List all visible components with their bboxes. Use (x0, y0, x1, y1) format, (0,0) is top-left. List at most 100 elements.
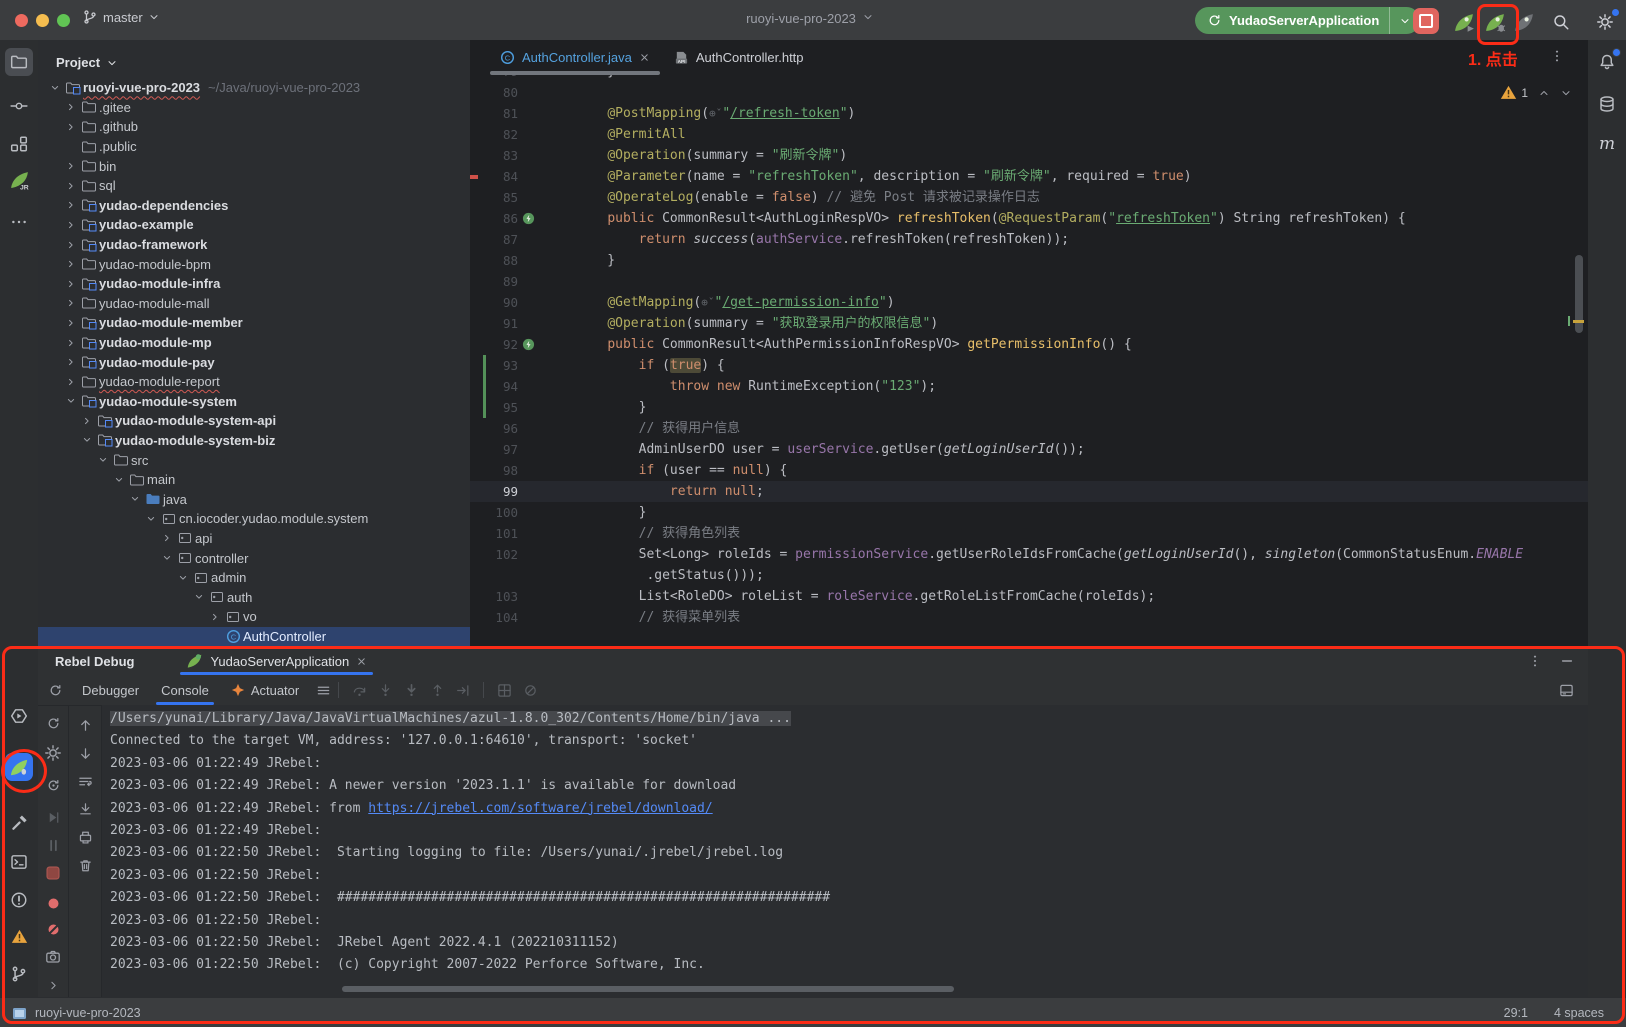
jrebel-debug-tile-icon[interactable] (5, 753, 33, 781)
caret-position[interactable]: 29:1 (1504, 1006, 1528, 1020)
code-line-96[interactable]: 96 // 获得用户信息 (470, 418, 1588, 439)
console-link[interactable]: https://jrebel.com/software/jrebel/downl… (368, 801, 712, 816)
down-icon[interactable] (73, 741, 97, 765)
no-mute-icon[interactable] (517, 683, 543, 698)
code-line-83[interactable]: 83 @Operation(summary = "刷新令牌") (470, 145, 1588, 166)
close-icon[interactable] (356, 656, 367, 667)
code-line-84[interactable]: 84 @Parameter(name = "refreshToken", des… (470, 166, 1588, 187)
chevron-right-icon[interactable] (62, 258, 79, 270)
git-icon[interactable] (5, 960, 33, 988)
tree-item-controller[interactable]: controller (38, 548, 470, 568)
chevron-right-icon[interactable] (62, 376, 79, 388)
run-configuration-button[interactable]: YudaoServerApplication (1195, 7, 1420, 34)
code-line-90[interactable]: 90 @GetMapping(⊕ˇ"/get-permission-info") (470, 292, 1588, 313)
chevron-right-icon[interactable] (78, 415, 95, 427)
up-icon[interactable] (73, 713, 97, 737)
maven-icon[interactable]: m (1593, 130, 1621, 158)
chevron-down-icon[interactable] (126, 493, 143, 505)
step-into-icon[interactable] (372, 683, 398, 698)
tree-item-yudao-module-bpm[interactable]: yudao-module-bpm (38, 254, 470, 274)
rerun-icon[interactable] (41, 711, 65, 735)
more-vert-icon[interactable] (1550, 49, 1564, 63)
chevron-right-icon[interactable] (62, 337, 79, 349)
tree-item-yudao-module-member[interactable]: yudao-module-member (38, 313, 470, 333)
chevron-down-icon[interactable] (110, 474, 127, 486)
tab-actuator[interactable]: Actuator (220, 675, 310, 705)
tab-authcontroller-java[interactable]: C AuthController.java (488, 40, 662, 75)
commit-icon[interactable] (5, 92, 33, 120)
tree-item-yudao-module-report[interactable]: yudao-module-report (38, 372, 470, 392)
tree-item-admin[interactable]: admin (38, 568, 470, 588)
chevron-right-icon[interactable] (62, 160, 79, 172)
tree-item-cn-iocoder-yudao-module-system[interactable]: cn.iocoder.yudao.module.system (38, 509, 470, 529)
code-line-92[interactable]: 92 public CommonResult<AuthPermissionInf… (470, 334, 1588, 355)
breakpoint-icon[interactable] (41, 891, 65, 915)
more-vert-icon[interactable] (1528, 654, 1542, 668)
tab-authcontroller-http[interactable]: API AuthController.http (662, 40, 816, 75)
project-folder-icon[interactable] (5, 48, 33, 76)
minimize-icon[interactable] (1560, 654, 1574, 668)
force-step-into-icon[interactable] (398, 683, 424, 698)
layout-icon[interactable] (1559, 683, 1574, 698)
resume-icon[interactable] (41, 805, 65, 829)
code-line-82[interactable]: 82 @PermitAll (470, 124, 1588, 145)
console-output[interactable]: /Users/yunai/Library/Java/JavaVirtualMac… (102, 705, 1588, 997)
tree-item-bin[interactable]: bin (38, 156, 470, 176)
run-to-cursor-icon[interactable] (450, 683, 476, 698)
code-line-91[interactable]: 91 @Operation(summary = "获取登录用户的权限信息") (470, 313, 1588, 334)
scroll-end-icon[interactable] (73, 797, 97, 821)
tree-item-yudao-module-infra[interactable]: yudao-module-infra (38, 274, 470, 294)
tree-item-yudao-module-mall[interactable]: yudao-module-mall (38, 294, 470, 314)
structure-icon[interactable] (5, 130, 33, 158)
chevron-down-icon[interactable] (158, 552, 175, 564)
print-icon[interactable] (73, 825, 97, 849)
indent-setting[interactable]: 4 spaces (1554, 1006, 1604, 1020)
tree-item-yudao-module-pay[interactable]: yudao-module-pay (38, 352, 470, 372)
code-line-103[interactable]: 103 List<RoleDO> roleList = roleService.… (470, 586, 1588, 607)
chevron-right-icon[interactable] (62, 180, 79, 192)
code-line-79[interactable]: 79 } (470, 75, 1588, 82)
more-icon[interactable] (5, 208, 33, 236)
tree-item-sql[interactable]: sql (38, 176, 470, 196)
chevron-right-icon[interactable] (62, 239, 79, 251)
tree-item-java[interactable]: java (38, 489, 470, 509)
search-icon[interactable] (1548, 9, 1574, 35)
mute-breakpoints-icon[interactable] (41, 917, 65, 941)
code-line-94[interactable]: 94 throw new RuntimeException("123"); (470, 376, 1588, 397)
settings-icon[interactable] (41, 741, 65, 765)
tab-debugger[interactable]: Debugger (71, 675, 150, 705)
rerun-icon[interactable] (48, 683, 63, 698)
tree-item-src[interactable]: src (38, 450, 470, 470)
chevron-down-icon[interactable] (46, 82, 63, 94)
debug-session-tab[interactable]: YudaoServerApplication (180, 647, 373, 675)
terminal-icon[interactable] (5, 848, 33, 876)
close-icon[interactable] (639, 52, 650, 63)
chevron-right-icon[interactable] (62, 101, 79, 113)
code-line-98[interactable]: 98 if (user == null) { (470, 460, 1588, 481)
chevron-right-icon[interactable] (62, 219, 79, 231)
services-icon[interactable] (5, 702, 33, 730)
database-icon[interactable] (1593, 90, 1621, 118)
clear-icon[interactable] (73, 853, 97, 877)
code-line-97[interactable]: 97 AdminUserDO user = userService.getUse… (470, 439, 1588, 460)
chevron-right-icon[interactable] (41, 973, 65, 997)
code-line-86[interactable]: 86 public CommonResult<AuthLoginRespVO> … (470, 208, 1588, 229)
tree-item-yudao-module-system[interactable]: yudao-module-system (38, 392, 470, 412)
code-line-99[interactable]: 99 return null; (470, 481, 1588, 502)
chevron-right-icon[interactable] (62, 278, 79, 290)
build-icon[interactable] (5, 808, 33, 836)
warning-icon[interactable] (5, 922, 33, 950)
tree-item-ruoyi-vue-pro-2023[interactable]: ruoyi-vue-pro-2023~/Java/ruoyi-vue-pro-2… (38, 78, 470, 98)
hamburger-icon[interactable] (316, 683, 331, 698)
code-line-100[interactable]: 100 } (470, 502, 1588, 523)
chevron-down-icon[interactable] (190, 591, 207, 603)
chevron-down-icon[interactable] (94, 454, 111, 466)
softwrap-icon[interactable] (73, 769, 97, 793)
view-breakpoints-icon[interactable] (491, 683, 517, 698)
tree-item-main[interactable]: main (38, 470, 470, 490)
step-over-icon[interactable] (346, 683, 372, 698)
pause-icon[interactable] (41, 833, 65, 857)
chevron-down-icon[interactable] (78, 434, 95, 446)
tree-item-yudao-module-mp[interactable]: yudao-module-mp (38, 333, 470, 353)
chevron-right-icon[interactable] (62, 297, 79, 309)
